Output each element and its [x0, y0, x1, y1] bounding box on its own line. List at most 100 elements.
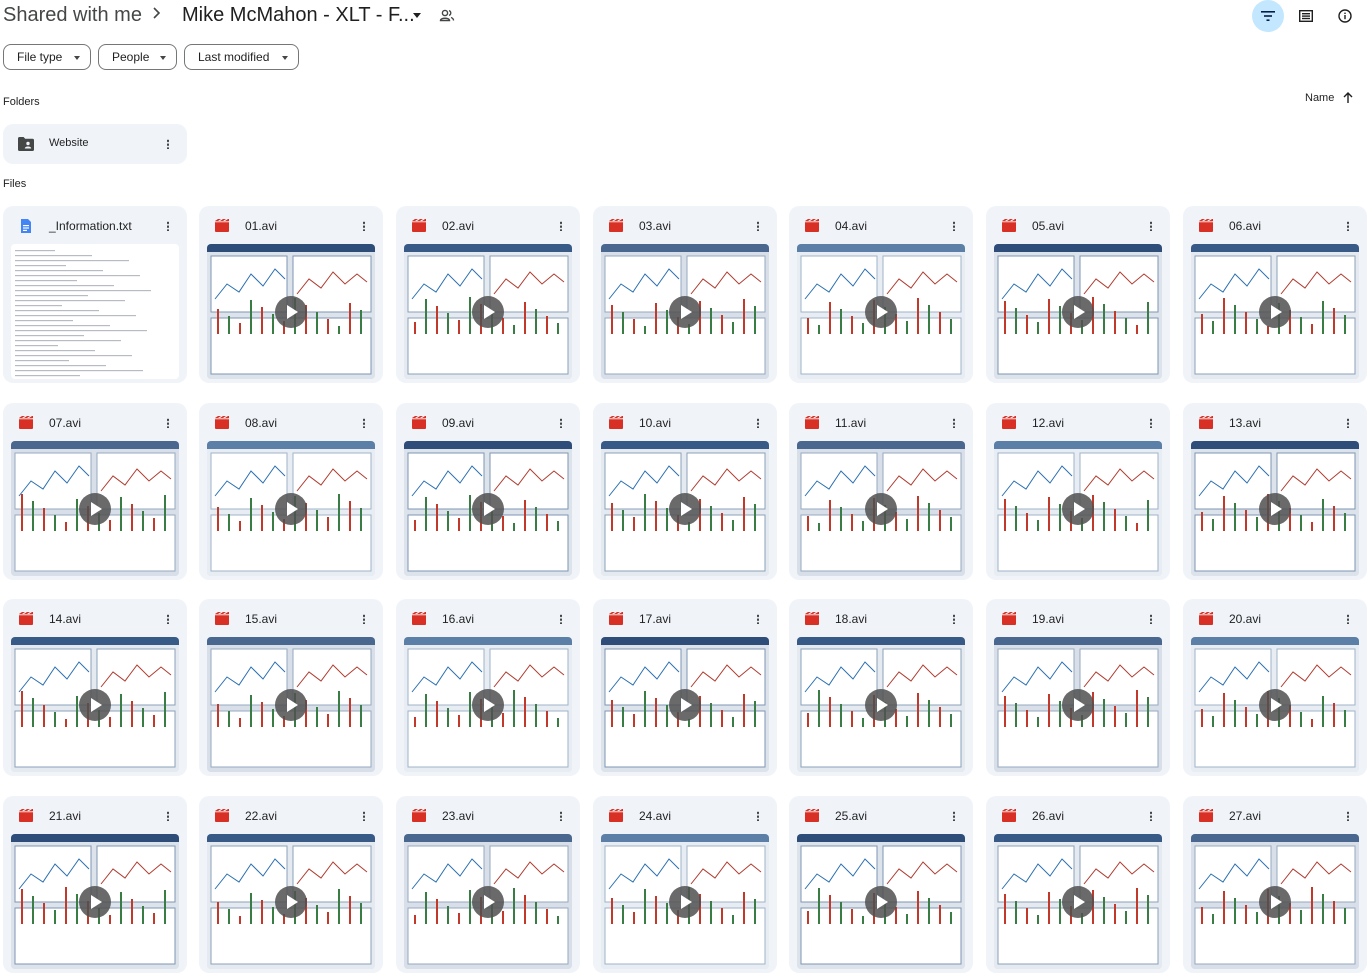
file-more-actions-button[interactable] — [750, 611, 766, 627]
file-more-actions-button[interactable] — [1340, 415, 1356, 431]
file-more-actions-button[interactable] — [1143, 611, 1159, 627]
file-more-actions-button[interactable] — [1340, 808, 1356, 824]
folder-name: Website — [49, 137, 89, 149]
file-card[interactable]: 22.avi — [199, 796, 383, 973]
file-more-actions-button[interactable] — [946, 808, 962, 824]
people-filter[interactable]: People — [98, 44, 177, 70]
file-name: 19.avi — [1032, 612, 1065, 626]
file-card[interactable]: 02.avi — [396, 206, 580, 383]
file-thumbnail — [1191, 244, 1359, 379]
file-name: 09.avi — [442, 416, 475, 430]
file-card[interactable]: 07.avi — [3, 403, 187, 580]
file-card[interactable]: 17.avi — [593, 599, 777, 776]
folder-menu-dropdown-icon[interactable] — [410, 8, 424, 22]
file-card[interactable]: 26.avi — [986, 796, 1170, 973]
file-card[interactable]: _Information.txt — [3, 206, 187, 383]
video-file-icon — [1198, 808, 1214, 824]
file-card[interactable]: 11.avi — [789, 403, 973, 580]
file-thumbnail — [404, 834, 572, 969]
view-details-button[interactable] — [1329, 0, 1361, 32]
more-vert-icon — [166, 418, 170, 428]
file-thumbnail — [11, 441, 179, 576]
file-card[interactable]: 15.avi — [199, 599, 383, 776]
file-more-actions-button[interactable] — [356, 218, 372, 234]
file-card[interactable]: 06.avi — [1183, 206, 1367, 383]
file-thumbnail — [207, 244, 375, 379]
file-card[interactable]: 14.avi — [3, 599, 187, 776]
file-more-actions-button[interactable] — [750, 415, 766, 431]
file-card[interactable]: 27.avi — [1183, 796, 1367, 973]
file-more-actions-button[interactable] — [946, 611, 962, 627]
file-card[interactable]: 12.avi — [986, 403, 1170, 580]
breadcrumb-root[interactable]: Shared with me — [3, 4, 142, 27]
file-more-actions-button[interactable] — [160, 218, 176, 234]
file-card[interactable]: 23.avi — [396, 796, 580, 973]
video-file-icon — [608, 808, 624, 824]
file-card[interactable]: 24.avi — [593, 796, 777, 973]
file-card[interactable]: 21.avi — [3, 796, 187, 973]
play-icon — [865, 493, 897, 525]
shared-people-icon[interactable] — [439, 7, 455, 23]
file-more-actions-button[interactable] — [160, 415, 176, 431]
breadcrumb-current-folder[interactable]: Mike McMahon - XLT - F... — [182, 4, 415, 27]
file-more-actions-button[interactable] — [553, 808, 569, 824]
file-name: 12.avi — [1032, 416, 1065, 430]
file-thumbnail — [994, 441, 1162, 576]
file-more-actions-button[interactable] — [356, 415, 372, 431]
play-icon — [1259, 493, 1291, 525]
more-vert-icon — [559, 418, 563, 428]
file-thumbnail — [11, 637, 179, 772]
file-card[interactable]: 09.avi — [396, 403, 580, 580]
folder-item[interactable]: Website — [3, 124, 187, 164]
file-more-actions-button[interactable] — [160, 611, 176, 627]
file-name: _Information.txt — [49, 219, 132, 233]
file-more-actions-button[interactable] — [750, 808, 766, 824]
file-card[interactable]: 18.avi — [789, 599, 973, 776]
play-icon — [865, 689, 897, 721]
file-more-actions-button[interactable] — [1340, 218, 1356, 234]
play-icon — [472, 689, 504, 721]
file-card[interactable]: 20.avi — [1183, 599, 1367, 776]
list-view-icon — [1299, 10, 1313, 22]
filter-toggle-button[interactable] — [1252, 0, 1284, 32]
last-modified-filter[interactable]: Last modified — [184, 44, 299, 70]
sort-by-name-button[interactable]: Name — [1305, 92, 1354, 104]
file-more-actions-button[interactable] — [1340, 611, 1356, 627]
file-more-actions-button[interactable] — [946, 218, 962, 234]
more-vert-icon — [1149, 221, 1153, 231]
dropdown-arrow-icon — [74, 56, 80, 60]
folder-more-actions-button[interactable] — [160, 136, 176, 152]
file-name: 24.avi — [639, 809, 672, 823]
file-more-actions-button[interactable] — [1143, 808, 1159, 824]
file-more-actions-button[interactable] — [946, 415, 962, 431]
file-card[interactable]: 13.avi — [1183, 403, 1367, 580]
file-card[interactable]: 08.avi — [199, 403, 383, 580]
play-icon — [275, 886, 307, 918]
file-more-actions-button[interactable] — [553, 611, 569, 627]
file-more-actions-button[interactable] — [553, 415, 569, 431]
file-more-actions-button[interactable] — [356, 611, 372, 627]
file-more-actions-button[interactable] — [553, 218, 569, 234]
video-file-icon — [1001, 808, 1017, 824]
list-view-button[interactable] — [1290, 0, 1322, 32]
file-name: 13.avi — [1229, 416, 1262, 430]
file-more-actions-button[interactable] — [356, 808, 372, 824]
file-card[interactable]: 19.avi — [986, 599, 1170, 776]
file-more-actions-button[interactable] — [160, 808, 176, 824]
file-card[interactable]: 25.avi — [789, 796, 973, 973]
file-more-actions-button[interactable] — [750, 218, 766, 234]
file-card[interactable]: 10.avi — [593, 403, 777, 580]
file-thumbnail — [994, 637, 1162, 772]
file-more-actions-button[interactable] — [1143, 415, 1159, 431]
file-card[interactable]: 03.avi — [593, 206, 777, 383]
file-card[interactable]: 01.avi — [199, 206, 383, 383]
file-card[interactable]: 05.avi — [986, 206, 1170, 383]
file-type-filter[interactable]: File type — [3, 44, 91, 70]
video-file-icon — [1001, 611, 1017, 627]
file-more-actions-button[interactable] — [1143, 218, 1159, 234]
file-thumbnail — [797, 441, 965, 576]
file-card[interactable]: 16.avi — [396, 599, 580, 776]
file-name: 10.avi — [639, 416, 672, 430]
more-vert-icon — [1346, 418, 1350, 428]
file-card[interactable]: 04.avi — [789, 206, 973, 383]
